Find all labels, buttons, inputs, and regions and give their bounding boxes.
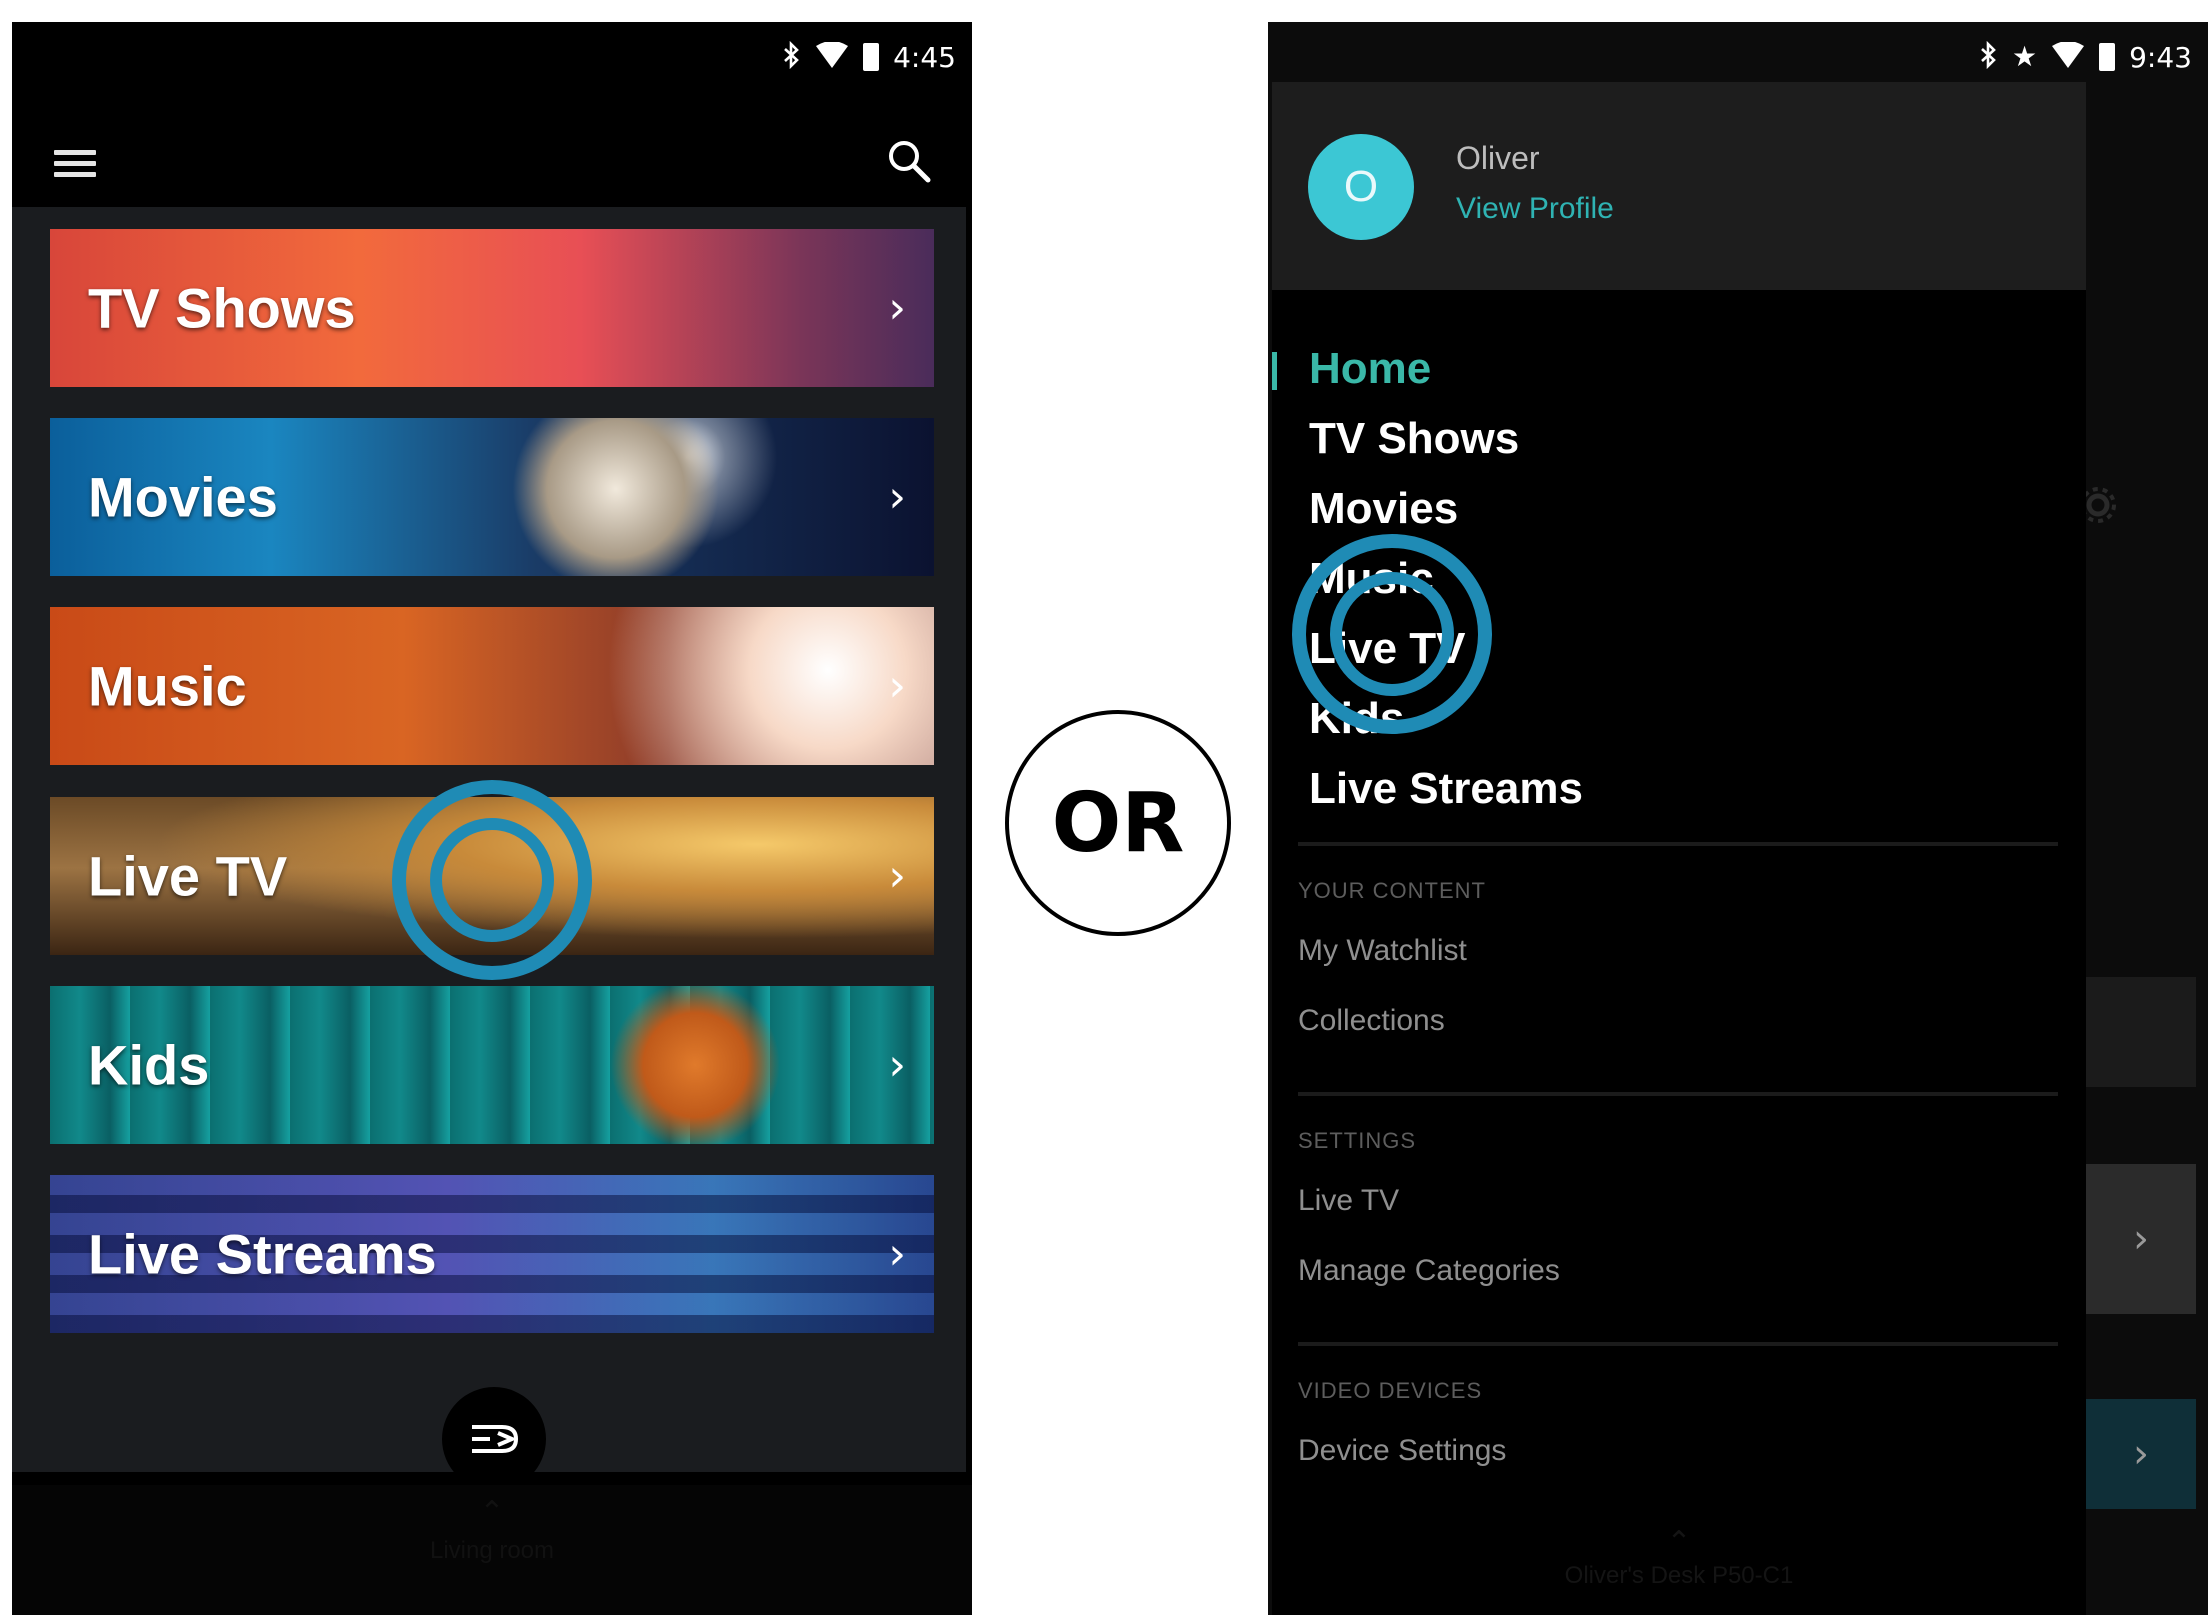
chevron-up-icon: ⌃ <box>1666 1526 1692 1559</box>
bluetooth-icon <box>783 40 801 74</box>
tile-movies[interactable]: Movies › <box>50 418 934 576</box>
tile-label: Music <box>88 654 247 718</box>
status-bar: 4:45 <box>783 22 972 92</box>
status-time: 9:43 <box>2129 40 2192 74</box>
navigation-drawer: O Oliver View Profile Home TV Shows Movi… <box>1272 82 2086 1615</box>
wifi-icon <box>2051 40 2085 73</box>
chevron-right-icon: › <box>2086 1164 2196 1314</box>
chevron-right-icon: › <box>888 471 906 523</box>
menu-item-live-tv-settings[interactable]: Live TV <box>1298 1184 1399 1218</box>
tile-label: Movies <box>88 465 278 529</box>
remote-switch-icon <box>472 1425 519 1453</box>
divider <box>1298 1342 2058 1346</box>
chevron-right-icon: › <box>2086 1399 2196 1509</box>
chevron-right-icon: › <box>888 1039 906 1091</box>
avatar[interactable]: O <box>1308 134 1414 240</box>
divider <box>1298 1092 2058 1096</box>
tile-kids[interactable]: Kids › <box>50 986 934 1144</box>
status-time: 4:45 <box>893 40 956 74</box>
device-name: Living room <box>429 1537 555 1564</box>
now-playing-bar[interactable]: ⌃ Living room <box>12 1485 972 1615</box>
tile-label: Kids <box>88 1033 210 1097</box>
menu-item-collections[interactable]: Collections <box>1298 1004 1445 1038</box>
divider <box>1298 842 2058 846</box>
nav-item-movies[interactable]: Movies <box>1309 484 1458 534</box>
wifi-icon <box>815 40 849 73</box>
left-phone-screen: 4:45 TV Shows › Movies › Music › Live TV… <box>12 22 972 1615</box>
nav-item-home[interactable]: Home <box>1309 344 1431 394</box>
star-icon: ★ <box>2012 41 2038 72</box>
section-header-your-content: YOUR CONTENT <box>1298 878 1486 903</box>
section-header-settings: SETTINGS <box>1298 1128 1417 1153</box>
tile-music[interactable]: Music › <box>50 607 934 765</box>
menu-item-manage-categories[interactable]: Manage Categories <box>1298 1254 1560 1288</box>
battery-icon <box>863 43 880 71</box>
view-profile-link[interactable]: View Profile <box>1456 192 1614 226</box>
tap-indicator-inner-ring <box>1330 572 1454 696</box>
chevron-right-icon: › <box>888 282 906 334</box>
tile-label: Live Streams <box>88 1222 437 1286</box>
menu-item-my-watchlist[interactable]: My Watchlist <box>1298 934 1467 968</box>
profile-name: Oliver <box>1456 140 1540 176</box>
nav-item-live-streams[interactable]: Live Streams <box>1309 764 1583 814</box>
tile-live-streams[interactable]: Live Streams › <box>50 1175 934 1333</box>
tap-indicator-inner-ring <box>430 818 554 942</box>
bluetooth-icon <box>1980 40 1998 74</box>
tile-label: Live TV <box>88 844 288 908</box>
chevron-right-icon: › <box>888 660 906 712</box>
profile-header[interactable]: O Oliver View Profile <box>1272 82 2086 290</box>
tile-label: TV Shows <box>88 276 356 340</box>
remote-switch-button[interactable] <box>442 1387 546 1491</box>
dimmed-card <box>2086 977 2196 1087</box>
menu-item-device-settings[interactable]: Device Settings <box>1298 1434 1506 1468</box>
or-separator: OR <box>1005 710 1231 936</box>
search-icon[interactable] <box>884 136 934 186</box>
chevron-right-icon: › <box>888 850 906 902</box>
section-header-video-devices: VIDEO DEVICES <box>1298 1378 1483 1403</box>
right-phone-screen: › › ★ 9:43 O Oliver View Profile Home TV… <box>1268 22 2208 1615</box>
hamburger-menu-icon[interactable] <box>54 150 96 180</box>
active-indicator <box>1272 352 1277 390</box>
battery-icon <box>2099 43 2116 71</box>
nav-item-tv-shows[interactable]: TV Shows <box>1309 414 1519 464</box>
device-name: Oliver's Desk P50-C1 <box>1564 1562 1794 1589</box>
tile-tv-shows[interactable]: TV Shows › <box>50 229 934 387</box>
chevron-right-icon: › <box>888 1228 906 1280</box>
chevron-up-icon: ⌃ <box>479 1496 505 1529</box>
